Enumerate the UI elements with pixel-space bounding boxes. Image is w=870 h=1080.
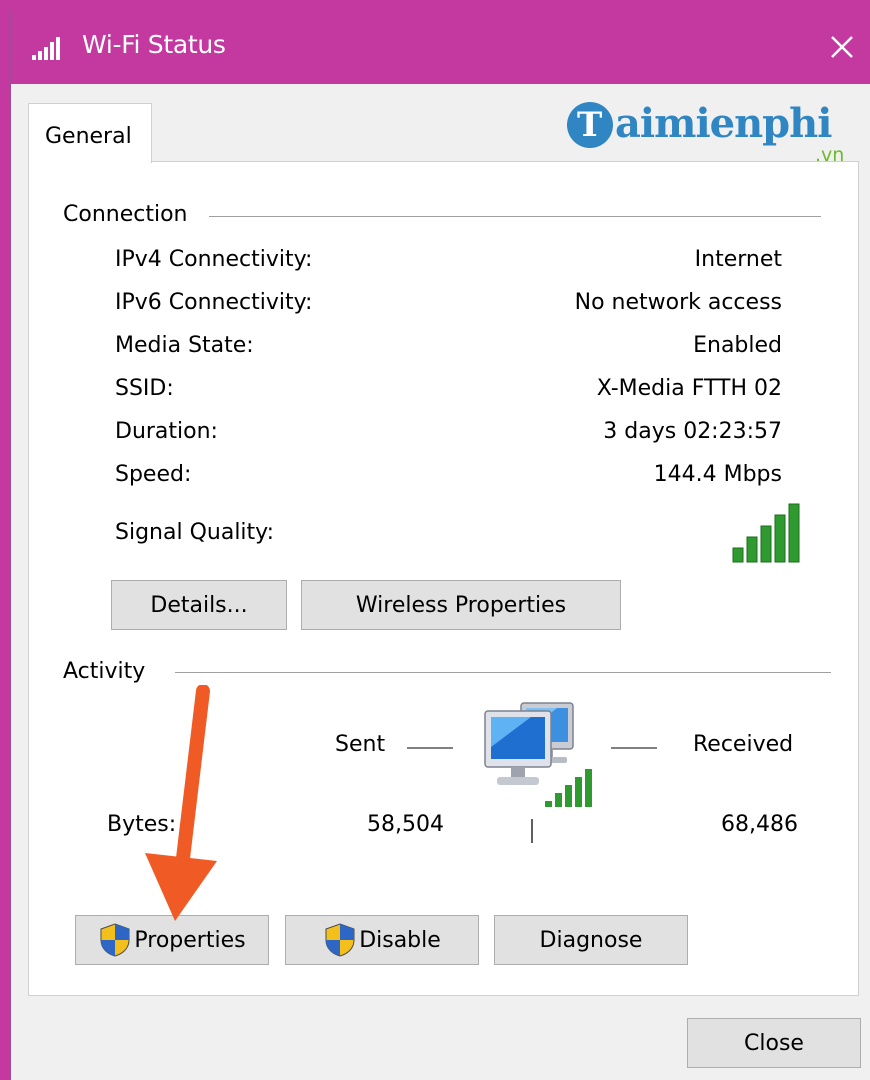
title-bar[interactable]: Wi-Fi Status [11,10,870,84]
activity-separator [531,819,533,843]
signal-quality-label: Signal Quality: [115,520,274,545]
signal-bar [732,547,744,563]
signal-bar [746,536,758,563]
signal-bar [760,525,772,563]
wifi-signal-icon [32,37,60,60]
activity-divider [175,672,831,673]
properties-button-label: Properties [134,927,246,953]
ipv4-value: Internet [694,247,782,272]
duration-label: Duration: [115,419,218,444]
signal-bar [788,503,800,563]
uac-shield-icon [325,923,355,957]
uac-shield-icon [100,923,130,957]
ssid-label: SSID: [115,376,174,401]
sent-dash [407,747,453,749]
duration-value: 3 days 02:23:57 [603,419,782,444]
received-label: Received [693,732,794,757]
disable-button-label: Disable [359,927,441,953]
connection-divider [209,216,821,217]
bytes-received-value: 68,486 [721,812,798,837]
wifi-status-window: Wi-Fi Status General T aimienphi .vn Con… [10,10,870,1080]
ipv6-value: No network access [574,290,782,315]
watermark-emblem: T [567,102,613,148]
sent-label: Sent [335,732,386,757]
speed-label: Speed: [115,462,192,487]
details-button[interactable]: Details... [111,580,287,630]
activity-group-title: Activity [63,659,156,684]
close-icon[interactable] [827,32,857,62]
diagnose-button[interactable]: Diagnose [494,915,688,965]
ssid-value: X-Media FTTH 02 [596,376,782,401]
disable-button[interactable]: Disable [285,915,479,965]
bytes-sent-value: 58,504 [367,812,444,837]
media-state-value: Enabled [693,333,782,358]
received-dash [611,747,657,749]
close-button[interactable]: Close [687,1018,861,1068]
annotation-arrow [145,685,217,921]
ipv6-label: IPv6 Connectivity: [115,290,313,315]
tab-general[interactable]: General [28,103,152,163]
network-computers-icon [484,702,592,807]
connection-group-title: Connection [63,202,198,227]
signal-bar [774,514,786,563]
tab-general-label: General [45,124,132,149]
media-state-label: Media State: [115,333,254,358]
window-title: Wi-Fi Status [82,30,226,59]
watermark-brand: aimienphi [615,100,832,147]
ipv4-label: IPv4 Connectivity: [115,247,313,272]
speed-value: 144.4 Mbps [653,462,782,487]
signal-quality-icon [732,503,800,563]
watermark-suffix: .vn [815,144,845,166]
watermark-logo: T aimienphi .vn [567,96,867,166]
wireless-properties-button[interactable]: Wireless Properties [301,580,621,630]
